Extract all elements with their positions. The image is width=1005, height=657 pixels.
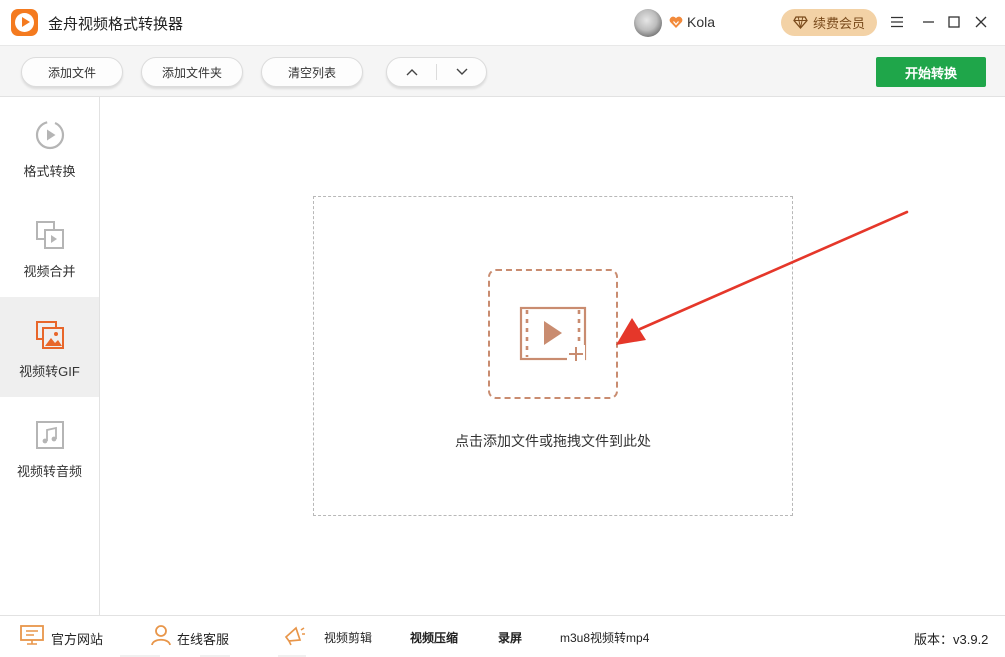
- sidebar-label-format-convert: 格式转换: [23, 164, 76, 179]
- move-buttons: [386, 57, 487, 87]
- renew-label: 续费会员: [812, 16, 865, 31]
- music-icon: [36, 421, 64, 449]
- add-folder-button[interactable]: 添加文件夹: [141, 57, 243, 87]
- add-file-button[interactable]: 添加文件: [21, 57, 123, 87]
- menu-icon[interactable]: [887, 12, 907, 32]
- start-convert-button[interactable]: 开始转换: [876, 57, 986, 87]
- renew-vip-button[interactable]: 续费会员: [781, 9, 877, 36]
- main-area: 点击添加文件或拖拽文件到此处: [100, 97, 1005, 615]
- sidebar-item-video-to-gif[interactable]: 视频转GIF: [0, 297, 99, 397]
- video-merge-icon: [36, 221, 64, 249]
- title-bar: 金舟视频格式转换器 Kola 续费会员: [0, 0, 1005, 45]
- video-edit-link[interactable]: 视频剪辑: [324, 629, 372, 646]
- app-title: 金舟视频格式转换器: [48, 16, 184, 33]
- chevron-down-icon: [456, 68, 467, 75]
- move-down-button[interactable]: [437, 58, 486, 86]
- annotation-arrow: [616, 210, 909, 345]
- m3u8-to-mp4-link[interactable]: m3u8视频转mp4: [560, 629, 649, 646]
- toolbar: 添加文件 添加文件夹 清空列表 开始转换: [0, 45, 1005, 97]
- gif-icon: [36, 321, 64, 349]
- video-compress-link[interactable]: 视频压缩: [410, 629, 458, 646]
- sidebar-item-video-merge[interactable]: 视频合并: [0, 197, 99, 297]
- sidebar-item-format-convert[interactable]: 格式转换: [0, 97, 99, 197]
- customer-service-icon: [151, 625, 171, 646]
- sidebar-label-video-merge: 视频合并: [23, 264, 76, 279]
- move-up-button[interactable]: [387, 58, 436, 86]
- user-name[interactable]: Kola: [687, 14, 715, 30]
- megaphone-icon: [284, 626, 305, 646]
- screen-record-link[interactable]: 录屏: [498, 629, 522, 646]
- maximize-icon[interactable]: [944, 12, 964, 32]
- minimize-icon[interactable]: [918, 12, 938, 32]
- app-logo-icon: [11, 9, 38, 36]
- clear-list-button[interactable]: 清空列表: [261, 57, 363, 87]
- official-website-link[interactable]: 官方网站: [51, 629, 103, 648]
- sidebar: 格式转换 视频合并 视频转GIF 视频转音频: [0, 97, 100, 615]
- format-convert-icon: [35, 120, 65, 150]
- sidebar-label-video-to-audio: 视频转音频: [16, 464, 82, 479]
- online-support-link[interactable]: 在线客服: [177, 629, 229, 648]
- website-icon: [20, 625, 44, 645]
- vip-heart-icon: [669, 16, 683, 28]
- user-avatar[interactable]: [634, 9, 662, 37]
- diamond-icon: [793, 16, 808, 29]
- sidebar-label-video-to-gif: 视频转GIF: [19, 364, 80, 379]
- sidebar-item-video-to-audio[interactable]: 视频转音频: [0, 397, 99, 497]
- chevron-up-icon: [406, 69, 417, 76]
- version-label: 版本：v3.9.2: [914, 632, 989, 647]
- close-icon[interactable]: [971, 12, 991, 32]
- footer-bar: 官方网站 在线客服 视频剪辑 视频压缩 录屏 m3u8视频转mp4 版本：v3.…: [0, 615, 1005, 657]
